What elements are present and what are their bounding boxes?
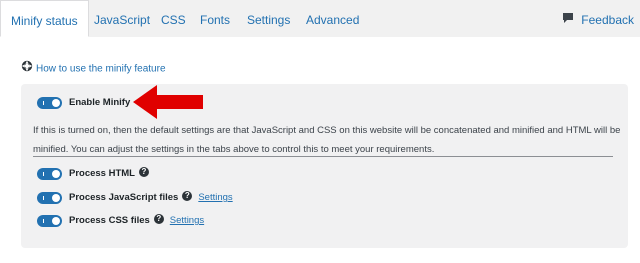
tab-css[interactable]: CSS [161, 0, 186, 37]
tab-fonts[interactable]: Fonts [200, 0, 230, 37]
process-html-toggle[interactable] [37, 168, 62, 180]
feedback-link[interactable]: Feedback [562, 0, 634, 37]
process-javascript-label: Process JavaScript files [69, 192, 179, 203]
chat-bubble-icon [562, 0, 574, 40]
tab-javascript[interactable]: JavaScript [94, 0, 150, 37]
tab-advanced[interactable]: Advanced [306, 0, 359, 37]
how-to-label: How to use the minify feature [36, 63, 166, 75]
tab-minify-status[interactable]: Minify status [0, 0, 89, 37]
help-icon[interactable]: ? [182, 191, 193, 202]
process-css-toggle[interactable] [37, 215, 62, 227]
process-javascript-row: Process JavaScript files? Settings [69, 191, 233, 204]
feedback-label: Feedback [581, 13, 634, 27]
toggle-on-mark [43, 101, 44, 105]
enable-minify-description: If this is turned on, then the default s… [33, 125, 621, 155]
process-html-label: Process HTML [69, 168, 135, 179]
toggle-knob [52, 194, 60, 202]
toggle-knob [52, 170, 60, 178]
toggle-on-mark [43, 219, 44, 223]
css-settings-link[interactable]: Settings [170, 215, 204, 226]
toggle-knob [52, 217, 60, 225]
toggle-on-mark [43, 172, 44, 176]
how-to-link[interactable]: How to use the minify feature [21, 60, 166, 76]
tab-settings[interactable]: Settings [247, 0, 290, 37]
process-css-label: Process CSS files [69, 215, 150, 226]
toggle-knob [52, 99, 60, 107]
toggle-on-mark [43, 196, 44, 200]
help-icon[interactable]: ? [153, 214, 164, 225]
javascript-settings-link[interactable]: Settings [198, 192, 232, 203]
help-icon[interactable]: ? [139, 167, 149, 178]
enable-minify-toggle[interactable] [37, 97, 62, 109]
enable-minify-label: Enable Minify [69, 97, 131, 108]
process-javascript-toggle[interactable] [37, 192, 62, 204]
process-css-row: Process CSS files? Settings [69, 214, 204, 227]
process-html-row: Process HTML? [69, 167, 149, 180]
lifebuoy-icon [21, 60, 33, 76]
red-arrow-annotation [133, 85, 203, 119]
tab-bar: Minify status JavaScript CSS Fonts Setti… [0, 0, 640, 38]
divider [33, 156, 613, 157]
